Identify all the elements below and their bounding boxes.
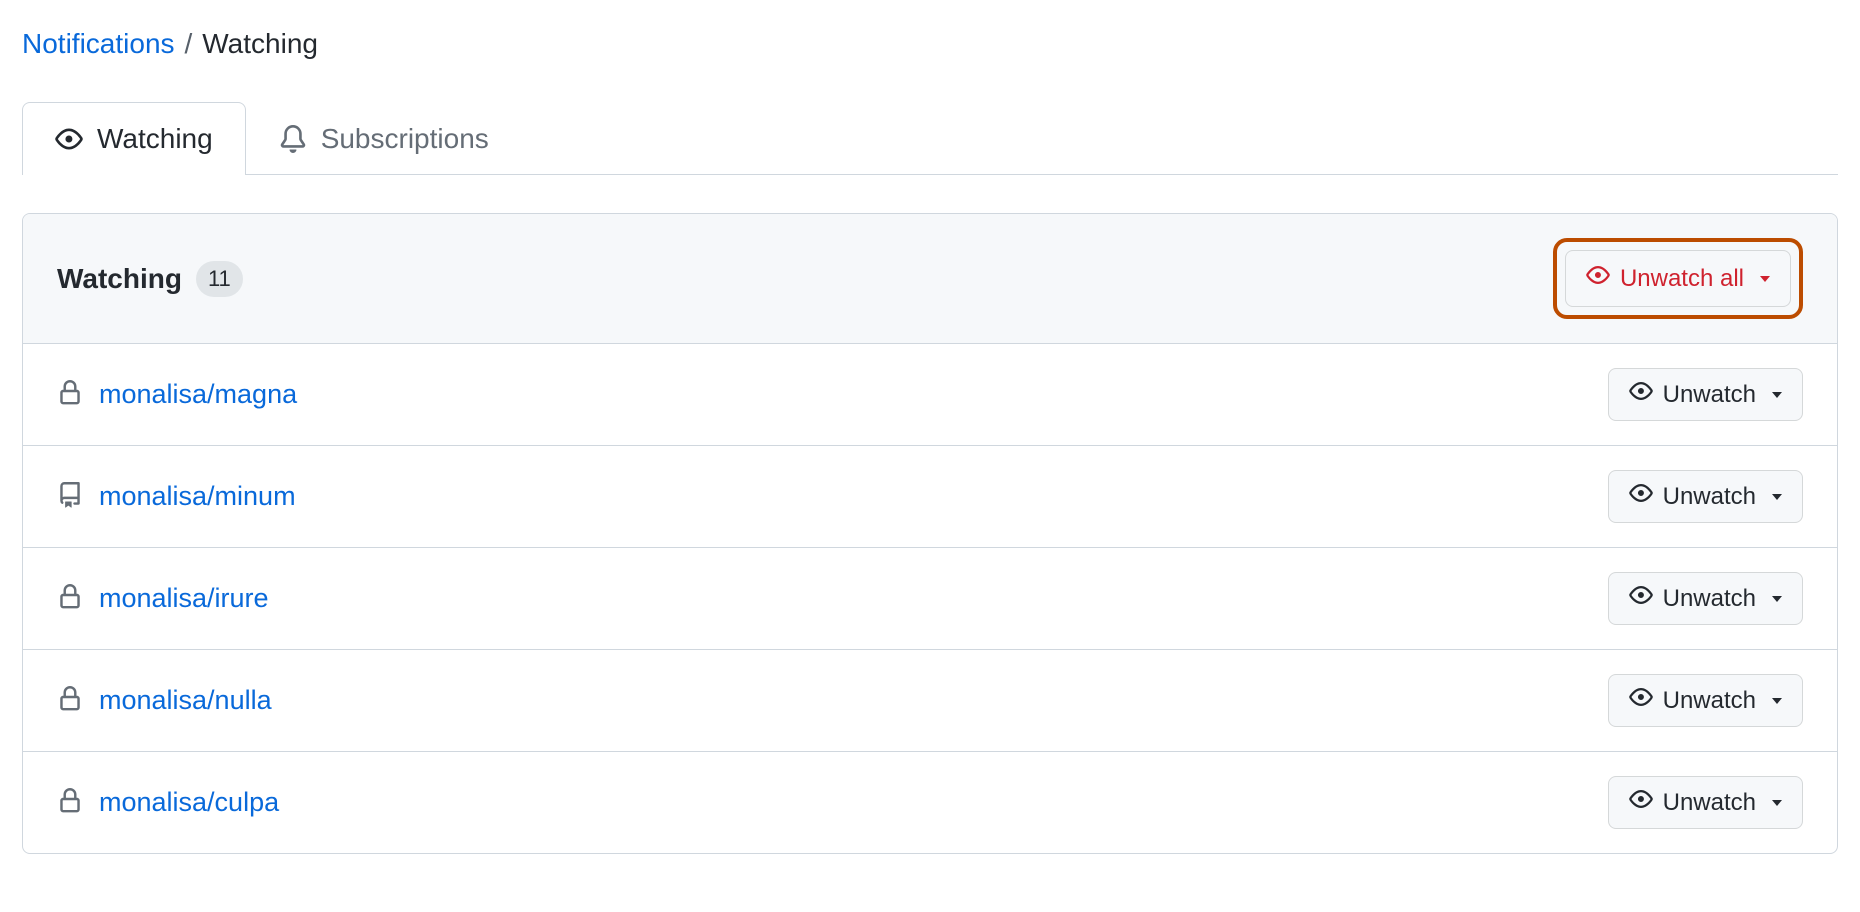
caret-down-icon xyxy=(1772,698,1782,704)
repo-link[interactable]: monalisa/irure xyxy=(99,583,269,614)
tab-subscriptions-label: Subscriptions xyxy=(321,123,489,155)
unwatch-button[interactable]: Unwatch xyxy=(1608,368,1803,421)
eye-icon xyxy=(1629,481,1653,512)
breadcrumb-current: Watching xyxy=(202,28,318,60)
repo-row-left: monalisa/irure xyxy=(57,583,269,614)
unwatch-button[interactable]: Unwatch xyxy=(1608,674,1803,727)
unwatch-button[interactable]: Unwatch xyxy=(1608,470,1803,523)
unwatch-button[interactable]: Unwatch xyxy=(1608,572,1803,625)
tab-bar: Watching Subscriptions xyxy=(22,102,1838,175)
unwatch-button[interactable]: Unwatch xyxy=(1608,776,1803,829)
unwatch-all-highlight: Unwatch all xyxy=(1553,238,1803,319)
watching-box-header: Watching 11 Unwatch all xyxy=(23,214,1837,344)
watching-box-title-group: Watching 11 xyxy=(57,261,243,297)
eye-icon xyxy=(1629,583,1653,614)
breadcrumb-separator: / xyxy=(185,28,193,60)
caret-down-icon xyxy=(1772,596,1782,602)
repo-row-left: monalisa/culpa xyxy=(57,787,279,818)
repo-link[interactable]: monalisa/minum xyxy=(99,481,296,512)
lock-icon xyxy=(57,686,83,715)
watching-box: Watching 11 Unwatch all monalisa/magna Un… xyxy=(22,213,1838,854)
unwatch-all-button[interactable]: Unwatch all xyxy=(1565,250,1791,307)
lock-icon xyxy=(57,584,83,613)
tab-watching-label: Watching xyxy=(97,123,213,155)
repo-row: monalisa/nulla Unwatch xyxy=(23,650,1837,752)
eye-icon xyxy=(1586,263,1610,294)
caret-down-icon xyxy=(1772,494,1782,500)
repo-row: monalisa/minum Unwatch xyxy=(23,446,1837,548)
repo-link[interactable]: monalisa/magna xyxy=(99,379,297,410)
caret-down-icon xyxy=(1772,392,1782,398)
repo-link[interactable]: monalisa/nulla xyxy=(99,685,272,716)
repo-row-left: monalisa/minum xyxy=(57,481,296,512)
unwatch-label: Unwatch xyxy=(1663,789,1756,817)
eye-icon xyxy=(1629,787,1653,818)
lock-icon xyxy=(57,380,83,409)
watching-count-badge: 11 xyxy=(196,261,243,297)
breadcrumb: Notifications / Watching xyxy=(22,20,1838,60)
unwatch-label: Unwatch xyxy=(1663,687,1756,715)
repo-row: monalisa/magna Unwatch xyxy=(23,344,1837,446)
unwatch-label: Unwatch xyxy=(1663,381,1756,409)
watching-title: Watching xyxy=(57,263,182,295)
unwatch-all-label: Unwatch all xyxy=(1620,265,1744,293)
caret-down-icon xyxy=(1760,276,1770,282)
eye-icon xyxy=(55,125,83,153)
unwatch-label: Unwatch xyxy=(1663,483,1756,511)
repo-row: monalisa/culpa Unwatch xyxy=(23,752,1837,853)
repo-row-left: monalisa/magna xyxy=(57,379,297,410)
lock-icon xyxy=(57,788,83,817)
repo-icon xyxy=(57,482,83,511)
breadcrumb-notifications-link[interactable]: Notifications xyxy=(22,28,175,60)
repo-link[interactable]: monalisa/culpa xyxy=(99,787,279,818)
caret-down-icon xyxy=(1772,800,1782,806)
eye-icon xyxy=(1629,685,1653,716)
eye-icon xyxy=(1629,379,1653,410)
repo-row: monalisa/irure Unwatch xyxy=(23,548,1837,650)
bell-icon xyxy=(279,125,307,153)
repo-row-left: monalisa/nulla xyxy=(57,685,272,716)
tab-subscriptions[interactable]: Subscriptions xyxy=(246,102,522,175)
tab-watching[interactable]: Watching xyxy=(22,102,246,175)
unwatch-label: Unwatch xyxy=(1663,585,1756,613)
